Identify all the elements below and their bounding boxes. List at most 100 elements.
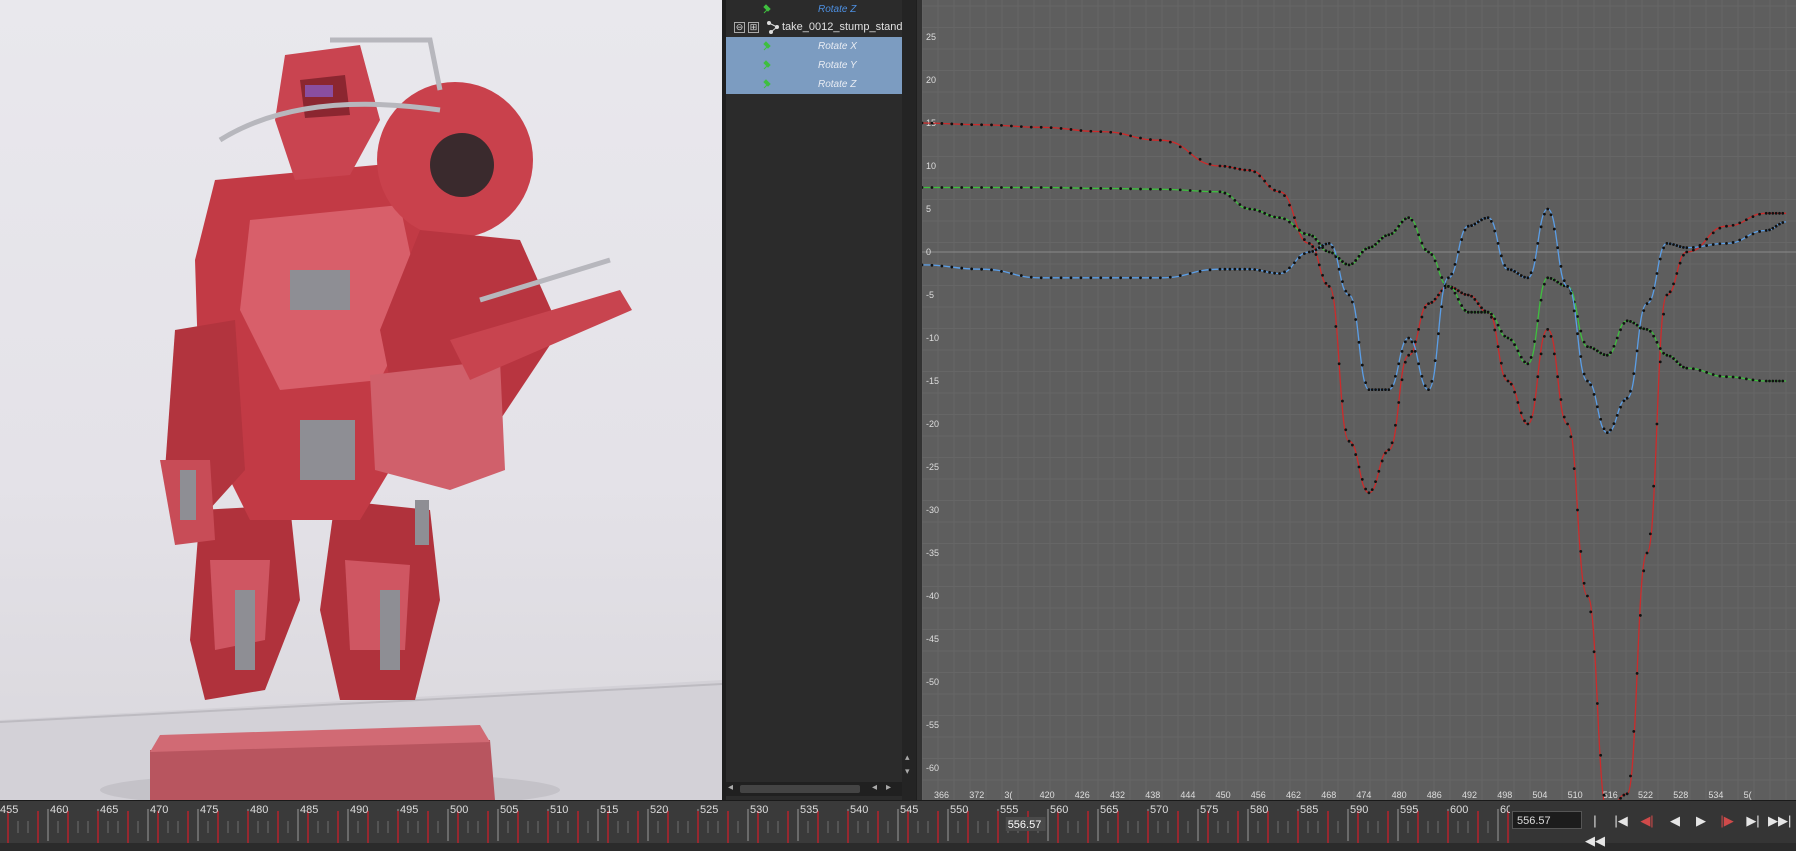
key-point (1129, 187, 1132, 191)
key-point (1476, 302, 1480, 305)
key-point (1390, 441, 1394, 445)
key-point (1218, 267, 1222, 271)
step-forward-key-button[interactable]: ▶| (1742, 811, 1764, 831)
key-point (1602, 353, 1606, 356)
scroll-down-icon[interactable]: ▾ (905, 766, 910, 777)
key-point (1337, 267, 1341, 271)
play-forward-button[interactable]: ▶ (1690, 811, 1712, 831)
key-point (1566, 422, 1569, 426)
channel-row-rotate-x[interactable]: Rotate X (726, 37, 902, 56)
key-point (1691, 245, 1695, 249)
key-point (1168, 275, 1172, 279)
key-point (1273, 271, 1276, 275)
key-point (1268, 270, 1272, 274)
scroll-right-icon[interactable]: ▸ (886, 782, 891, 793)
key-point (1228, 267, 1232, 271)
key-point (1562, 279, 1566, 283)
key-point (1403, 340, 1407, 344)
key-point (1655, 340, 1659, 344)
key-point (1149, 276, 1152, 280)
channel-outliner[interactable]: Rotate Z ⊖ ⊞ take_0012_stump_stand: Rota… (726, 0, 916, 800)
key-point (1374, 480, 1377, 484)
key-point (1268, 184, 1272, 188)
play-backward-button[interactable]: ◀ (1664, 811, 1686, 831)
step-forward-frame-button[interactable]: |▶ (1716, 811, 1738, 831)
x-tick-label: 462 (1286, 790, 1301, 800)
key-point (1427, 302, 1430, 305)
key-point (1635, 323, 1639, 327)
step-back-key-button[interactable]: |◀ (1610, 811, 1632, 831)
scroll-thumb[interactable] (740, 785, 860, 793)
go-to-end-button[interactable]: ▶▶| (1768, 811, 1791, 831)
key-point (1307, 242, 1311, 245)
key-point (1278, 190, 1281, 194)
key-point (1314, 237, 1318, 241)
timeline-bar[interactable]: 455 460 465 470 475 480 485 490 495 500 505 510 515 5… (0, 800, 1796, 848)
key-point (1307, 233, 1311, 237)
key-point (1652, 286, 1656, 290)
scroll-up-icon[interactable]: ▴ (905, 752, 910, 763)
key-point (1397, 362, 1401, 366)
key-point (1331, 251, 1334, 255)
outliner-horizontal-scrollbar[interactable]: ◂ ◂ ▸ (726, 782, 902, 796)
key-point (1582, 340, 1586, 344)
key-point (950, 122, 954, 126)
key-point (1367, 491, 1371, 495)
key-point (1380, 236, 1384, 240)
key-point (1019, 186, 1023, 189)
key-point (1751, 232, 1755, 236)
key-point (1178, 188, 1182, 192)
key-point (1009, 186, 1013, 189)
key-point (1000, 186, 1003, 189)
key-point (1029, 275, 1033, 279)
expand-icon[interactable]: ⊞ (748, 22, 759, 33)
key-point (1675, 360, 1679, 364)
key-point (1698, 368, 1702, 372)
channel-row-rotate-y[interactable]: Rotate Y (726, 56, 902, 75)
key-point (1049, 186, 1053, 189)
key-point (1542, 282, 1546, 286)
key-point (1283, 217, 1286, 221)
key-point (1615, 414, 1619, 417)
key-point (1069, 276, 1073, 280)
key-point (1652, 334, 1656, 338)
key-point (1486, 310, 1490, 314)
key-point (1119, 276, 1123, 280)
x-tick-label: 450 (1216, 790, 1231, 800)
go-to-start-button[interactable]: |◀◀ (1584, 811, 1606, 848)
collapse-icon[interactable]: ⊖ (734, 22, 745, 33)
graph-editor[interactable]: 2520151050-5-10-15-20-25-30-35-40-45-50-… (922, 0, 1796, 800)
3d-viewport[interactable] (0, 0, 722, 800)
step-back-frame-button[interactable]: ◀| (1636, 811, 1658, 831)
key-point (1675, 272, 1679, 275)
key-point (1397, 224, 1401, 228)
outliner-vertical-scrollbar[interactable]: ▴ ▾ (902, 0, 916, 800)
node-row-take[interactable]: ⊖ ⊞ take_0012_stump_stand: (726, 18, 906, 37)
scroll-left-icon[interactable]: ◂ (728, 782, 733, 793)
key-point (1347, 263, 1351, 267)
key-point (1576, 332, 1579, 336)
key-point (930, 186, 934, 189)
key-point (1440, 305, 1444, 309)
key-point (1446, 285, 1450, 288)
key-point (1387, 448, 1391, 452)
channel-row-rotate-z-top[interactable]: Rotate Z (726, 0, 902, 19)
curve-graph[interactable]: 2520151050-5-10-15-20-25-30-35-40-45-50-… (922, 0, 1796, 800)
key-point (922, 121, 924, 125)
key-point (1384, 234, 1387, 238)
key-point (1725, 242, 1728, 245)
time-ruler[interactable]: 455 460 465 470 475 480 485 490 495 500 505 510 515 5… (0, 801, 1510, 843)
key-point (1079, 129, 1083, 132)
key-point (1324, 242, 1328, 246)
key-point (1324, 281, 1328, 285)
key-point (1582, 372, 1586, 376)
channel-row-rotate-z[interactable]: Rotate Z (726, 75, 902, 94)
key-point (1731, 223, 1735, 227)
scroll-left-icon[interactable]: ◂ (872, 782, 877, 793)
current-frame-field[interactable]: 556.57 (1512, 811, 1582, 829)
y-tick-label: -5 (926, 290, 934, 300)
y-tick-label: -55 (926, 720, 939, 730)
key-point (1403, 217, 1407, 221)
key-point (1516, 401, 1520, 404)
key-point (1410, 349, 1414, 353)
